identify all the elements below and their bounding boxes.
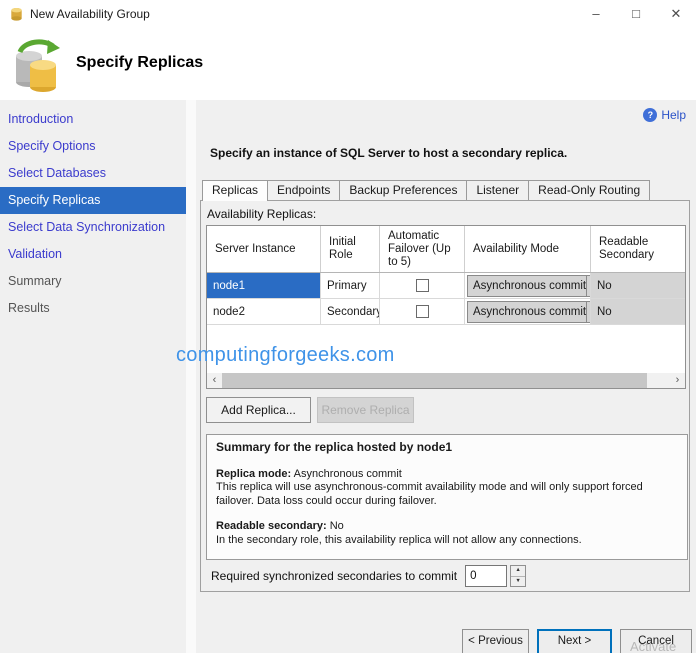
main-content: ? Help Specify an instance of SQL Server… xyxy=(196,100,696,653)
page-title: Specify Replicas xyxy=(76,54,203,72)
availability-replicas-label: Availability Replicas: xyxy=(207,207,316,221)
availability-mode-dropdown[interactable]: Asynchronous commit ∨ xyxy=(467,275,591,297)
sidebar-item-specify-options[interactable]: Specify Options xyxy=(0,133,186,160)
cell-readable-secondary[interactable]: No xyxy=(591,299,685,324)
scrollbar-thumb[interactable] xyxy=(222,373,647,388)
help-label: Help xyxy=(661,108,686,122)
window-title: New Availability Group xyxy=(30,0,150,28)
help-link[interactable]: ? Help xyxy=(643,108,686,122)
tab-replicas[interactable]: Replicas xyxy=(202,180,268,201)
readable-secondary-description: In the secondary role, this availability… xyxy=(216,534,678,548)
next-button[interactable]: Next > xyxy=(537,629,612,653)
sidebar-item-specify-replicas[interactable]: Specify Replicas xyxy=(0,187,186,214)
maximize-button[interactable]: □ xyxy=(616,0,656,28)
scroll-left-icon[interactable]: ‹ xyxy=(207,373,222,388)
column-header-readable-secondary[interactable]: Readable Secondary xyxy=(591,226,685,272)
tab-read-only-routing[interactable]: Read-Only Routing xyxy=(528,180,650,200)
summary-title: Summary for the replica hosted by node1 xyxy=(216,441,678,455)
replica-summary-box: Summary for the replica hosted by node1 … xyxy=(206,434,688,560)
horizontal-scrollbar[interactable]: ‹ › xyxy=(207,373,685,388)
replica-mode-value: Asynchronous commit xyxy=(291,468,402,480)
previous-button[interactable]: < Previous xyxy=(462,629,529,653)
commit-secondaries-label: Required synchronized secondaries to com… xyxy=(211,569,457,583)
spin-down-icon[interactable]: ▼ xyxy=(511,577,525,587)
commit-secondaries-stepper: ▲ ▼ xyxy=(510,565,526,587)
close-button[interactable]: ✕ xyxy=(656,0,696,28)
grid-header-row: Server Instance Initial Role Automatic F… xyxy=(207,226,685,273)
cell-availability-mode: Asynchronous commit ∨ xyxy=(465,273,591,298)
sidebar-item-select-data-synchronization[interactable]: Select Data Synchronization xyxy=(0,214,186,241)
commit-secondaries-row: Required synchronized secondaries to com… xyxy=(211,565,526,587)
spin-up-icon[interactable]: ▲ xyxy=(511,566,525,577)
sidebar-item-summary: Summary xyxy=(0,268,186,295)
readable-secondary-label: Readable secondary: xyxy=(216,520,327,532)
help-icon: ? xyxy=(643,108,657,122)
app-icon xyxy=(9,7,24,22)
tab-listener[interactable]: Listener xyxy=(466,180,529,200)
add-replica-button[interactable]: Add Replica... xyxy=(206,397,311,423)
column-header-server-instance[interactable]: Server Instance xyxy=(207,226,321,272)
tab-endpoints[interactable]: Endpoints xyxy=(267,180,340,200)
new-availability-group-window: New Availability Group – □ ✕ Specify Rep… xyxy=(0,0,696,653)
cell-readable-secondary[interactable]: No xyxy=(591,273,685,298)
replicas-tab-panel: Availability Replicas: Server Instance I… xyxy=(200,200,690,592)
replica-mode-label: Replica mode: xyxy=(216,468,291,480)
column-header-initial-role[interactable]: Initial Role xyxy=(321,226,380,272)
table-row-node1[interactable]: node1 Primary Asynchronous commit ∨ No xyxy=(207,273,685,299)
title-bar: New Availability Group – □ ✕ xyxy=(0,0,696,28)
cell-initial-role: Primary xyxy=(321,273,380,298)
tab-backup-preferences[interactable]: Backup Preferences xyxy=(339,180,467,200)
sidebar-item-results: Results xyxy=(0,295,186,322)
cell-automatic-failover xyxy=(380,273,465,298)
wizard-steps-sidebar: Introduction Specify Options Select Data… xyxy=(0,100,186,653)
readable-secondary-block: Readable secondary: No In the secondary … xyxy=(216,520,678,547)
cell-availability-mode: Asynchronous commit ∨ xyxy=(465,299,591,324)
table-row-node2[interactable]: node2 Secondary Asynchronous commit ∨ No xyxy=(207,299,685,325)
sidebar-divider xyxy=(186,100,196,653)
cell-initial-role: Secondary xyxy=(321,299,380,324)
availability-mode-dropdown[interactable]: Asynchronous commit ∨ xyxy=(467,301,591,323)
remove-replica-button: Remove Replica xyxy=(317,397,414,423)
automatic-failover-checkbox[interactable] xyxy=(416,279,429,292)
scroll-right-icon[interactable]: › xyxy=(670,373,685,388)
cell-server-instance: node1 xyxy=(207,273,321,298)
sidebar-item-introduction[interactable]: Introduction xyxy=(0,106,186,133)
site-watermark: computingforgeeks.com xyxy=(176,344,395,367)
replicas-database-icon xyxy=(10,36,66,94)
column-header-automatic-failover[interactable]: Automatic Failover (Up to 5) xyxy=(380,226,465,272)
readable-secondary-value: No xyxy=(327,520,344,532)
automatic-failover-checkbox[interactable] xyxy=(416,305,429,318)
replica-mode-description: This replica will use asynchronous-commi… xyxy=(216,481,678,508)
cell-automatic-failover xyxy=(380,299,465,324)
commit-secondaries-input[interactable]: 0 xyxy=(465,565,507,587)
cell-server-instance: node2 xyxy=(207,299,321,324)
minimize-button[interactable]: – xyxy=(576,0,616,28)
instruction-text: Specify an instance of SQL Server to hos… xyxy=(210,146,567,160)
replica-mode-block: Replica mode: Asynchronous commit This r… xyxy=(216,468,678,509)
sidebar-item-select-databases[interactable]: Select Databases xyxy=(0,160,186,187)
column-header-availability-mode[interactable]: Availability Mode xyxy=(465,226,591,272)
activate-windows-watermark: Activate xyxy=(630,639,676,653)
wizard-header: Specify Replicas xyxy=(0,28,696,100)
sidebar-item-validation[interactable]: Validation xyxy=(0,241,186,268)
tab-strip: Replicas Endpoints Backup Preferences Li… xyxy=(202,180,649,201)
